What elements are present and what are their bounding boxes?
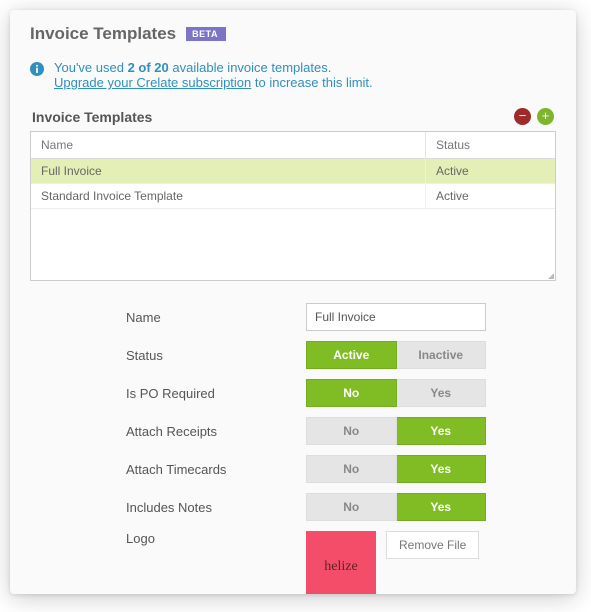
table-body: Full Invoice Active Standard Invoice Tem… — [31, 159, 555, 280]
label-name: Name — [126, 310, 276, 325]
po-option-yes[interactable]: Yes — [397, 379, 487, 407]
status-option-inactive[interactable]: Inactive — [397, 341, 487, 369]
template-form: Name Status Active Inactive Is PO Requir… — [30, 303, 556, 594]
field-po-required: Is PO Required No Yes — [126, 379, 550, 407]
usage-notice-text: You've used 2 of 20 available invoice te… — [54, 60, 373, 90]
timecards-option-yes[interactable]: Yes — [397, 455, 487, 483]
resize-handle-icon[interactable] — [548, 273, 554, 279]
label-po-required: Is PO Required — [126, 386, 276, 401]
attach-receipts-toggle: No Yes — [306, 417, 486, 445]
po-option-no[interactable]: No — [306, 379, 397, 407]
field-attach-timecards: Attach Timecards No Yes — [126, 455, 550, 483]
upgrade-link[interactable]: Upgrade your Crelate subscription — [54, 75, 251, 90]
page-title: Invoice Templates — [30, 24, 176, 44]
notice-suffix: to increase this limit. — [251, 75, 372, 90]
col-name[interactable]: Name — [31, 132, 425, 158]
field-logo: Logo helize Remove File — [126, 531, 550, 594]
label-includes-notes: Includes Notes — [126, 500, 276, 515]
table-row[interactable]: Standard Invoice Template Active — [31, 184, 555, 209]
field-name: Name — [126, 303, 550, 331]
status-toggle: Active Inactive — [306, 341, 486, 369]
logo-preview[interactable]: helize — [306, 531, 376, 594]
cell-name: Standard Invoice Template — [31, 184, 425, 208]
notes-option-no[interactable]: No — [306, 493, 397, 521]
receipts-option-no[interactable]: No — [306, 417, 397, 445]
notice-prefix: You've used — [54, 60, 128, 75]
logo-area: helize Remove File — [306, 531, 486, 594]
notes-option-yes[interactable]: Yes — [397, 493, 487, 521]
notice-mid: available invoice templates. — [169, 60, 332, 75]
plus-icon: + — [542, 109, 550, 122]
cell-name: Full Invoice — [31, 159, 425, 183]
page-header: Invoice Templates BETA — [30, 10, 556, 54]
label-status: Status — [126, 348, 276, 363]
beta-badge: BETA — [186, 27, 226, 41]
notice-count: 2 of 20 — [128, 60, 169, 75]
po-required-toggle: No Yes — [306, 379, 486, 407]
includes-notes-toggle: No Yes — [306, 493, 486, 521]
name-input[interactable] — [306, 303, 486, 331]
settings-card: Invoice Templates BETA You've used 2 of … — [10, 10, 576, 594]
field-status: Status Active Inactive — [126, 341, 550, 369]
field-attach-receipts: Attach Receipts No Yes — [126, 417, 550, 445]
status-option-active[interactable]: Active — [306, 341, 397, 369]
attach-timecards-toggle: No Yes — [306, 455, 486, 483]
timecards-option-no[interactable]: No — [306, 455, 397, 483]
receipts-option-yes[interactable]: Yes — [397, 417, 487, 445]
table-header: Name Status — [31, 132, 555, 159]
panel-actions: − + — [514, 108, 554, 125]
panel-header: Invoice Templates − + — [30, 104, 556, 131]
add-template-button[interactable]: + — [537, 108, 554, 125]
usage-notice: You've used 2 of 20 available invoice te… — [30, 54, 556, 104]
label-logo: Logo — [126, 531, 276, 546]
field-includes-notes: Includes Notes No Yes — [126, 493, 550, 521]
templates-table: Name Status Full Invoice Active Standard… — [30, 131, 556, 281]
cell-status: Active — [425, 159, 555, 183]
minus-icon: − — [519, 109, 527, 122]
panel-title: Invoice Templates — [32, 109, 152, 125]
label-attach-receipts: Attach Receipts — [126, 424, 276, 439]
col-status[interactable]: Status — [425, 132, 555, 158]
remove-file-button[interactable]: Remove File — [386, 531, 479, 559]
label-attach-timecards: Attach Timecards — [126, 462, 276, 477]
remove-template-button[interactable]: − — [514, 108, 531, 125]
cell-status: Active — [425, 184, 555, 208]
table-row[interactable]: Full Invoice Active — [31, 159, 555, 184]
info-icon — [30, 62, 44, 76]
